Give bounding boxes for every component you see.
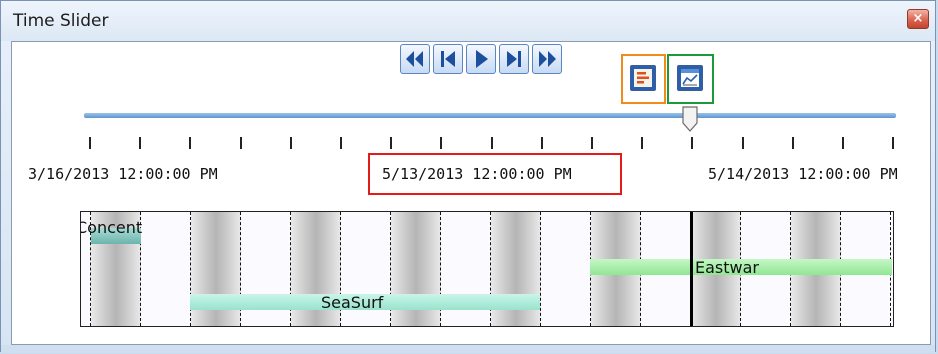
- tick-mark: [490, 137, 493, 149]
- step-back-button[interactable]: [433, 44, 463, 74]
- close-icon: ×: [912, 11, 924, 26]
- tick-mark: [842, 137, 844, 149]
- time-chart-icon: [681, 69, 699, 87]
- tick-mark: [741, 137, 744, 149]
- window-title: Time Slider: [13, 11, 109, 31]
- time-slider-panel: 3/16/2013 12:00:00 PM 5/13/2013 12:00:00…: [11, 41, 931, 345]
- tick-mark: [89, 137, 91, 149]
- step-forward-icon: [507, 51, 521, 67]
- time-slider-thumb[interactable]: [681, 106, 699, 132]
- tick-mark: [691, 137, 694, 149]
- current-date-label: 5/13/2013 12:00:00 PM: [382, 165, 572, 183]
- time-slider-window: Time Slider × 3/16/2013 12:00:00 PM 5/13…: [0, 0, 936, 353]
- layer-timeline-chart[interactable]: Concent SeaSurf Eastwar: [80, 211, 894, 327]
- layer-label-seasurf: SeaSurf: [321, 293, 384, 312]
- tick-mark: [340, 137, 342, 149]
- tick-mark: [440, 137, 443, 149]
- time-slider-track[interactable]: [84, 113, 896, 118]
- layer-options-button[interactable]: [630, 65, 656, 91]
- tick-mark: [289, 137, 292, 149]
- time-chart-button[interactable]: [677, 65, 703, 91]
- title-bar[interactable]: Time Slider ×: [1, 1, 935, 41]
- skip-to-start-button[interactable]: [400, 44, 430, 74]
- window-bottom-border: [1, 345, 935, 353]
- tick-mark: [239, 137, 242, 149]
- skip-to-end-button[interactable]: [532, 44, 562, 74]
- end-date-label: 5/14/2013 12:00:00 PM: [708, 165, 898, 183]
- tick-mark: [791, 137, 794, 149]
- play-icon: [476, 50, 488, 68]
- tick-mark: [892, 137, 895, 149]
- skip-to-start-icon: [406, 51, 423, 67]
- tick-mark: [390, 137, 393, 149]
- tick-mark: [641, 137, 644, 149]
- step-back-icon: [441, 51, 455, 67]
- tick-mark: [591, 137, 593, 149]
- layer-label-eastwar: Eastwar: [695, 258, 759, 277]
- current-time-line: [690, 212, 693, 326]
- step-forward-button[interactable]: [499, 44, 529, 74]
- skip-to-end-icon: [539, 51, 556, 67]
- tick-mark: [189, 137, 192, 149]
- play-button[interactable]: [466, 44, 496, 74]
- close-button[interactable]: ×: [907, 9, 929, 29]
- start-date-label: 3/16/2013 12:00:00 PM: [28, 165, 218, 183]
- layer-label-concent: Concent: [80, 218, 143, 237]
- tick-mark: [139, 137, 142, 149]
- layer-options-icon: [634, 69, 652, 87]
- tick-mark: [540, 137, 543, 149]
- time-gridline: [540, 212, 541, 326]
